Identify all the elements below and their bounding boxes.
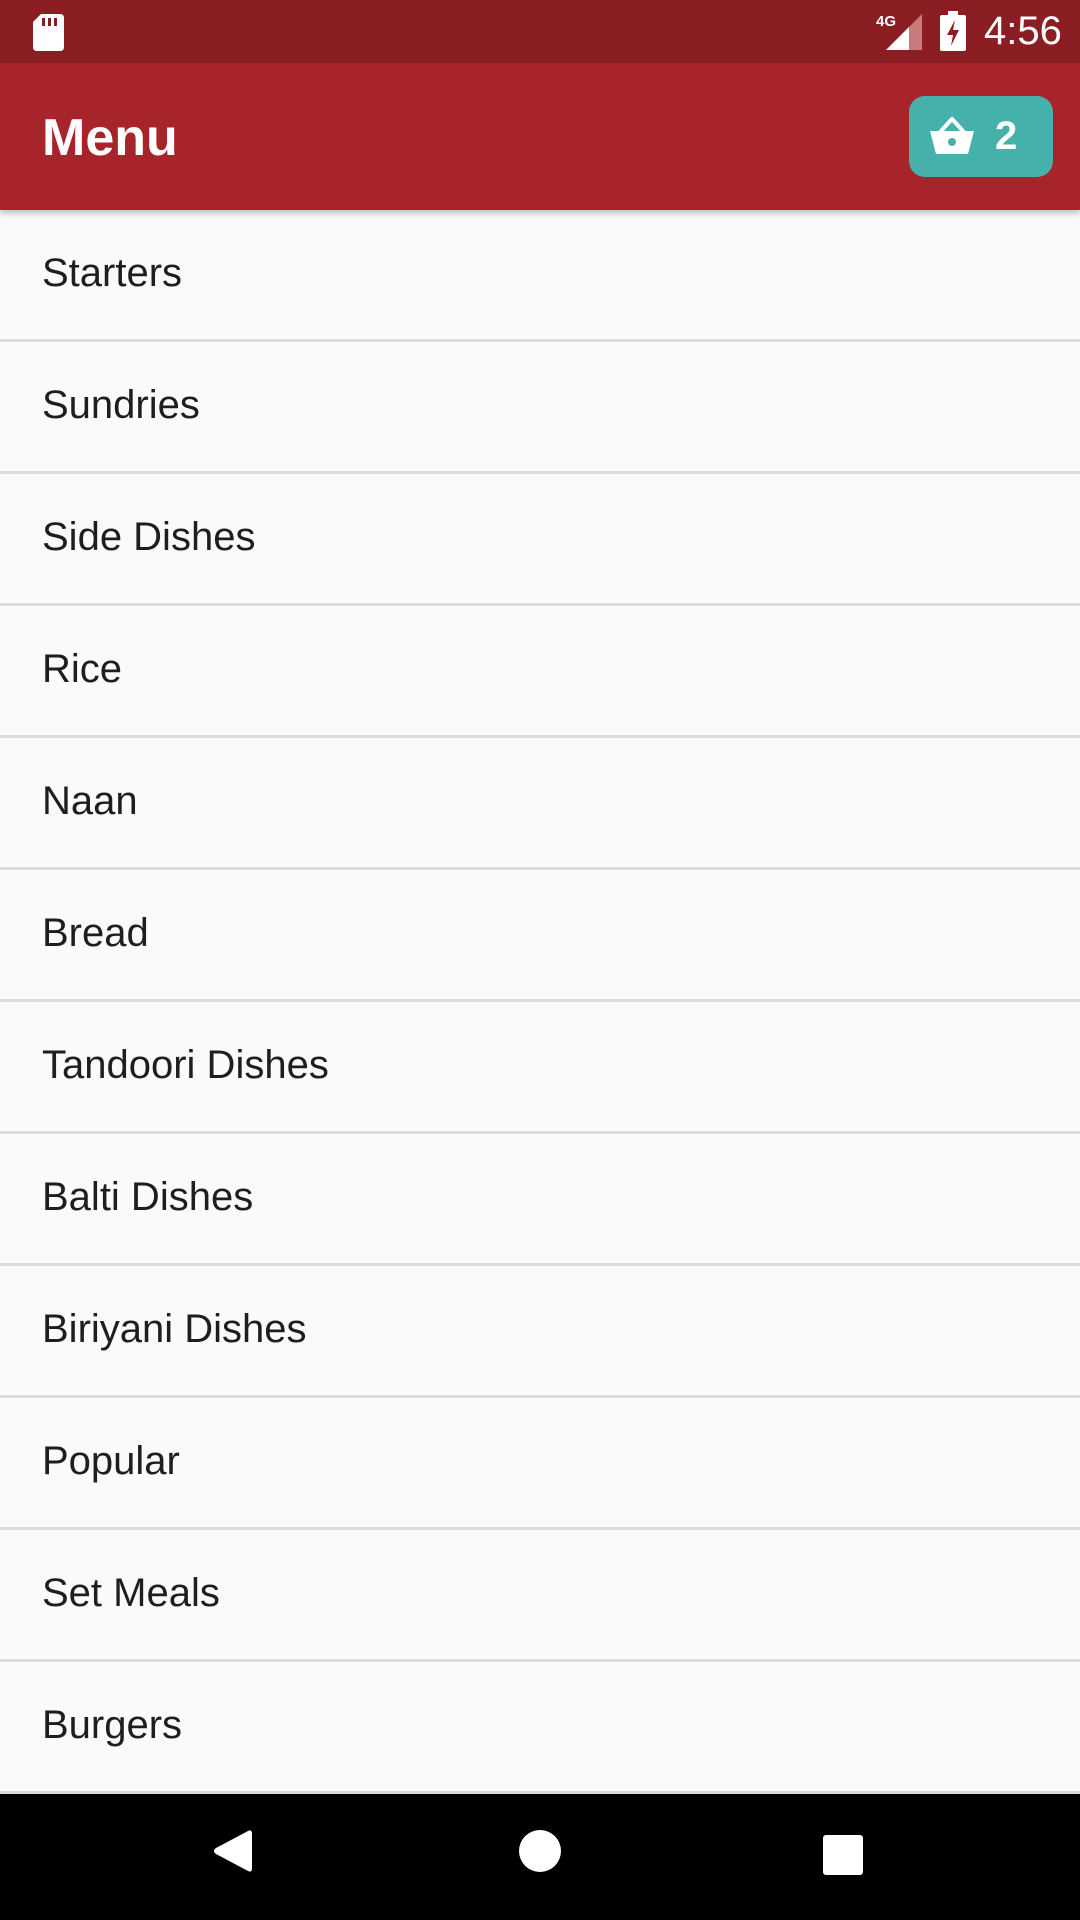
svg-text:4G: 4G: [876, 13, 896, 30]
list-item-label: Naan: [42, 779, 138, 823]
page-title: Menu: [42, 109, 178, 167]
list-item-burgers[interactable]: Burgers: [0, 1662, 1080, 1794]
menu-category-list[interactable]: Starters Sundries Side Dishes Rice Naan …: [0, 210, 1080, 1794]
status-bar: 4G 4:56: [0, 0, 1080, 63]
list-item-label: Popular: [42, 1439, 180, 1483]
recents-icon[interactable]: [823, 1835, 863, 1880]
list-item-sundries[interactable]: Sundries: [0, 342, 1080, 474]
list-item-label: Sundries: [42, 383, 200, 427]
menu-screen: 4G 4:56 Menu 2 Starters Sundries Side Di…: [0, 0, 1080, 1920]
home-icon[interactable]: [518, 1829, 562, 1878]
cart-button[interactable]: 2: [909, 96, 1053, 177]
status-time: 4:56: [984, 9, 1062, 53]
list-item-side-dishes[interactable]: Side Dishes: [0, 474, 1080, 606]
list-item-naan[interactable]: Naan: [0, 738, 1080, 870]
list-item-bread[interactable]: Bread: [0, 870, 1080, 1002]
list-item-biriyani-dishes[interactable]: Biriyani Dishes: [0, 1266, 1080, 1398]
list-item-popular[interactable]: Popular: [0, 1398, 1080, 1530]
list-item-label: Bread: [42, 911, 149, 955]
list-item-label: Rice: [42, 647, 123, 691]
battery-charging-icon: [940, 11, 966, 56]
list-item-label: Side Dishes: [42, 515, 256, 559]
list-item-label: Tandoori Dishes: [42, 1043, 329, 1087]
list-item-rice[interactable]: Rice: [0, 606, 1080, 738]
cart-count-badge: 2: [995, 114, 1018, 158]
list-item-label: Set Meals: [42, 1571, 220, 1615]
list-item-label: Starters: [42, 251, 183, 295]
back-icon[interactable]: [212, 1828, 252, 1879]
list-item-label: Balti Dishes: [42, 1175, 254, 1219]
list-item-starters[interactable]: Starters: [0, 210, 1080, 342]
list-item-set-meals[interactable]: Set Meals: [0, 1530, 1080, 1662]
system-nav-bar: [0, 1794, 1080, 1920]
signal-4g-icon: 4G: [876, 12, 922, 57]
list-item-label: Burgers: [42, 1703, 183, 1747]
list-item-tandoori-dishes[interactable]: Tandoori Dishes: [0, 1002, 1080, 1134]
sd-card-icon: [33, 14, 64, 56]
list-item-balti-dishes[interactable]: Balti Dishes: [0, 1134, 1080, 1266]
app-bar: Menu 2: [0, 63, 1080, 210]
list-item-label: Biriyani Dishes: [42, 1307, 307, 1351]
basket-icon: [929, 116, 975, 161]
